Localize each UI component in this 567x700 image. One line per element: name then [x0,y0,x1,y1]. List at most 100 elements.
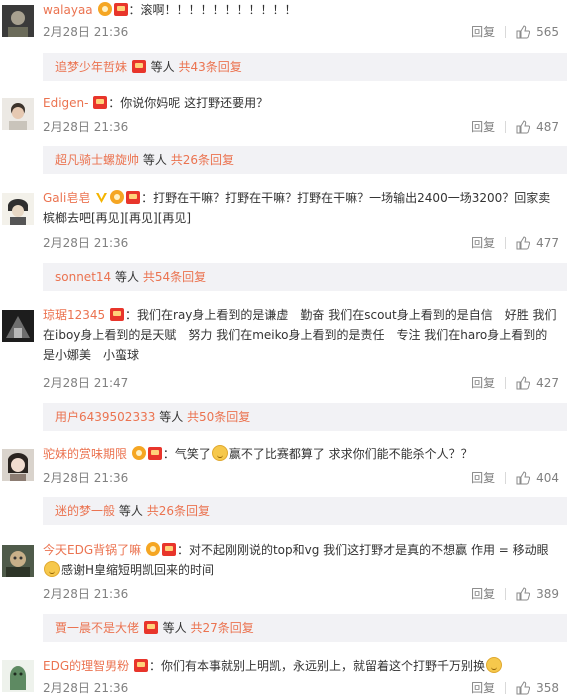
comment-actions: 回复 487 [471,117,559,137]
reply-count-link[interactable]: 共26条回复 [171,153,234,167]
comment-content: Edigen- ：你说你妈呢 这打野还要用？ [43,93,559,113]
comment-text-continued: 赢不了比赛都算了 求求你们能不能杀个人？？ [228,447,473,461]
thumbs-up-icon [516,681,531,695]
reply-count-link[interactable]: 共27条回复 [191,621,254,635]
reply-count-link[interactable]: 共43条回复 [179,60,242,74]
comment-text: ：你说你妈呢 这打野还要用？ [108,96,269,110]
member-badge-icon[interactable] [113,3,128,16]
comment-content: EDG的理智男粉 ：你们有本事就别上明凯，永远别上，就留着这个打野千万别换 [43,656,559,676]
comment-text: ：滚啊！！！！！！！！！！！ [128,3,297,17]
like-button[interactable]: 427 [516,373,559,393]
verified-v-icon[interactable] [95,190,108,203]
timestamp: 2月28日 21:47 [43,376,129,390]
reply-button[interactable]: 回复 [471,678,495,698]
member-badge-icon[interactable] [133,659,148,672]
reply-button[interactable]: 回复 [471,117,495,137]
reply-count-link[interactable]: 共54条回复 [143,270,206,284]
comment-actions: 回复 389 [471,584,559,604]
comment-meta: 2月28日 21:36 回复 565 [43,22,559,42]
like-button[interactable]: 404 [516,468,559,488]
smile-emoji-icon [485,657,502,673]
username-link[interactable]: walayaa [43,3,93,17]
like-button[interactable]: 565 [516,22,559,42]
comment-text: ：你们有本事就别上明凯，永远别上，就留着这个打野千万别换 [148,659,485,673]
reply-count-link[interactable]: 共26条回复 [147,504,210,518]
like-count: 404 [536,471,559,485]
thumbs-up-icon [516,587,531,601]
reply-summary[interactable]: 賈一晨不是大佬 等人 共27条回复 [43,614,567,642]
avatar[interactable] [2,98,34,130]
reply-button[interactable]: 回复 [471,22,495,42]
medal-badge-icon[interactable] [131,446,146,460]
divider [505,472,507,484]
comment-meta: 2月28日 21:36 回复 404 [43,468,559,488]
username-link[interactable]: 琼琚12345 [43,308,105,322]
reply-summary[interactable]: 迷的梦一般 等人 共26条回复 [43,497,567,525]
reply-user-link[interactable]: 迷的梦一般 [55,504,115,518]
reply-summary[interactable]: sonnet14 等人 共54条回复 [43,263,567,291]
smile-emoji-icon [211,445,228,461]
comment-meta: 2月28日 21:36 回复 389 [43,584,559,604]
like-count: 358 [536,681,559,695]
member-badge-icon[interactable] [161,543,176,556]
comment-actions: 回复 358 [471,678,559,698]
reply-summary[interactable]: 用户6439502333 等人 共50条回复 [43,403,567,431]
thumbs-up-icon [516,236,531,250]
avatar[interactable] [2,193,34,225]
divider [505,121,507,133]
reply-user-link[interactable]: 用户6439502333 [55,410,155,424]
member-badge-icon[interactable] [110,308,125,321]
member-badge-icon[interactable] [147,447,162,460]
avatar[interactable] [2,545,34,577]
timestamp: 2月28日 21:36 [43,25,129,39]
medal-badge-icon[interactable] [110,190,125,204]
username-link[interactable]: 今天EDG背锅了嘛 [43,543,141,557]
timestamp: 2月28日 21:36 [43,681,129,695]
like-button[interactable]: 389 [516,584,559,604]
thumbs-up-icon [516,376,531,390]
like-count: 389 [536,587,559,601]
like-count: 565 [536,25,559,39]
like-button[interactable]: 487 [516,117,559,137]
timestamp: 2月28日 21:36 [43,471,129,485]
reply-button[interactable]: 回复 [471,373,495,393]
thumbs-up-icon [516,25,531,39]
timestamp: 2月28日 21:36 [43,587,129,601]
reply-user-link[interactable]: 追梦少年哲妹 [55,60,127,74]
medal-badge-icon[interactable] [97,2,112,16]
like-count: 477 [536,236,559,250]
reply-user-link[interactable]: sonnet14 [55,270,111,284]
like-count: 487 [536,120,559,134]
comment-text: ：气笑了 [162,447,211,461]
username-link[interactable]: EDG的理智男粉 [43,659,129,673]
timestamp: 2月28日 21:36 [43,120,129,134]
like-button[interactable]: 477 [516,233,559,253]
comment-content: walayaa ：滚啊！！！！！！！！！！！ [43,0,559,20]
avatar[interactable] [2,449,34,481]
medal-badge-icon[interactable] [145,542,160,556]
reply-summary[interactable]: 追梦少年哲妹 等人 共43条回复 [43,53,567,81]
member-badge-icon[interactable] [126,191,141,204]
reply-button[interactable]: 回复 [471,468,495,488]
comment-text-continued: 感谢H皇缩短明凯回来的时间 [61,563,215,577]
divider [505,588,507,600]
reply-button[interactable]: 回复 [471,584,495,604]
avatar[interactable] [2,310,34,342]
member-badge-icon[interactable] [93,96,108,109]
member-badge-icon [143,621,158,634]
username-link[interactable]: Edigen- [43,96,88,110]
member-badge-icon [131,60,146,73]
username-link[interactable]: 驼妹的赏味期限 [43,447,127,461]
avatar[interactable] [2,660,34,692]
reply-summary[interactable]: 超凡骑士螺旋帅 等人 共26条回复 [43,146,567,174]
avatar[interactable] [2,5,34,37]
reply-etc-text: 等人 [150,60,175,74]
username-link[interactable]: Gali皂皂 [43,191,90,205]
thumbs-up-icon [516,471,531,485]
reply-user-link[interactable]: 超凡骑士螺旋帅 [55,153,139,167]
like-button[interactable]: 358 [516,678,559,698]
comment-content: 今天EDG背锅了嘛 ：对不起刚刚说的top和vg 我们这打野才是真的不想赢 作用… [43,540,559,580]
reply-user-link[interactable]: 賈一晨不是大佬 [55,621,139,635]
reply-button[interactable]: 回复 [471,233,495,253]
reply-count-link[interactable]: 共50条回复 [187,410,250,424]
